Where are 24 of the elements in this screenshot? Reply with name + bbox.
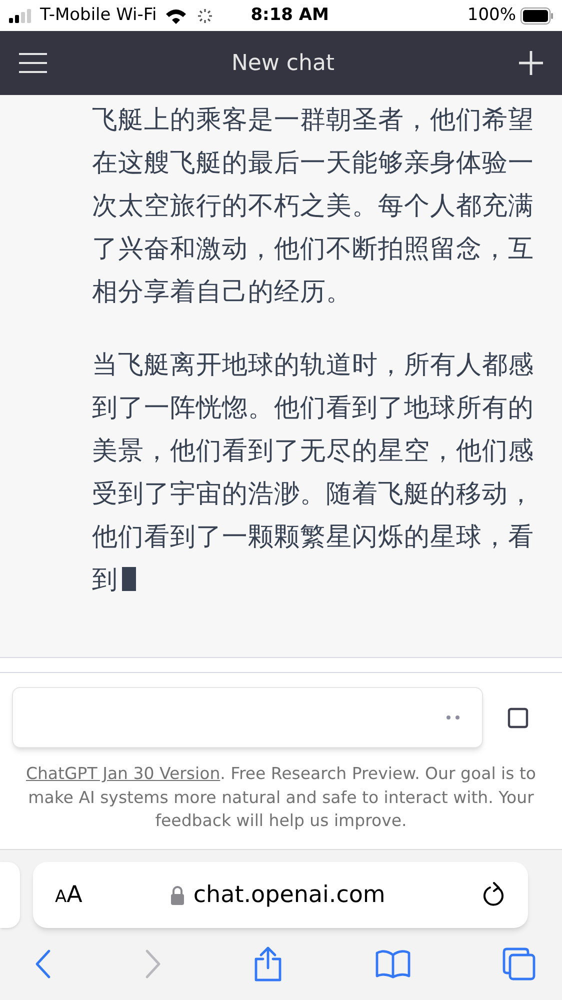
assistant-message: 飞艇上的乘客是一群朝圣者，他们希望在这艘飞艇的最后一天能够亲身体验一次太空旅行的不朽之美。每个人都充满了兴奋和激动，他们不断拍照留念，互相分享着自己的经历。	[92, 104, 535, 309]
bookmarks-icon[interactable]	[374, 949, 410, 979]
loading-icon	[196, 8, 213, 24]
reload-icon[interactable]	[482, 882, 506, 908]
stop-icon[interactable]	[507, 706, 529, 728]
tabs-icon[interactable]	[502, 947, 536, 981]
text-size-button[interactable]: AA	[55, 878, 82, 912]
carrier-name: T-Mobile Wi-Fi	[40, 4, 157, 27]
menu-icon[interactable]	[18, 52, 48, 74]
chat-title: New chat	[231, 50, 335, 78]
wifi-icon	[164, 8, 187, 24]
url-text: chat.openai.com	[193, 880, 386, 910]
address-bar[interactable]: AA chat.openai.com	[33, 862, 528, 928]
battery-icon	[520, 6, 554, 24]
assistant-message: 当飞艇离开地球的轨道时，所有人都感到了一阵恍惚。他们看到了地球所有的美景，他们看到了无尽的星空，他们感受到了宇宙的浩渺。随着飞艇的移动，他们看到了一颗颗繁星闪烁的星球，看到	[92, 349, 535, 597]
version-link[interactable]: ChatGPT Jan 30 Version	[26, 764, 220, 783]
disclaimer-text: ChatGPT Jan 30 Version. Free Research Preview. Our goal is to make AI systems more natural and safe to interact with. Your feedback will help us improve.	[24, 763, 538, 832]
plus-icon[interactable]	[518, 50, 544, 76]
message-input[interactable]	[12, 687, 483, 748]
clock-time: 8:18 AM	[250, 4, 329, 27]
battery-percent: 100%	[467, 4, 516, 27]
back-icon[interactable]	[34, 948, 52, 980]
share-icon[interactable]	[253, 946, 283, 982]
lock-icon	[170, 885, 186, 905]
